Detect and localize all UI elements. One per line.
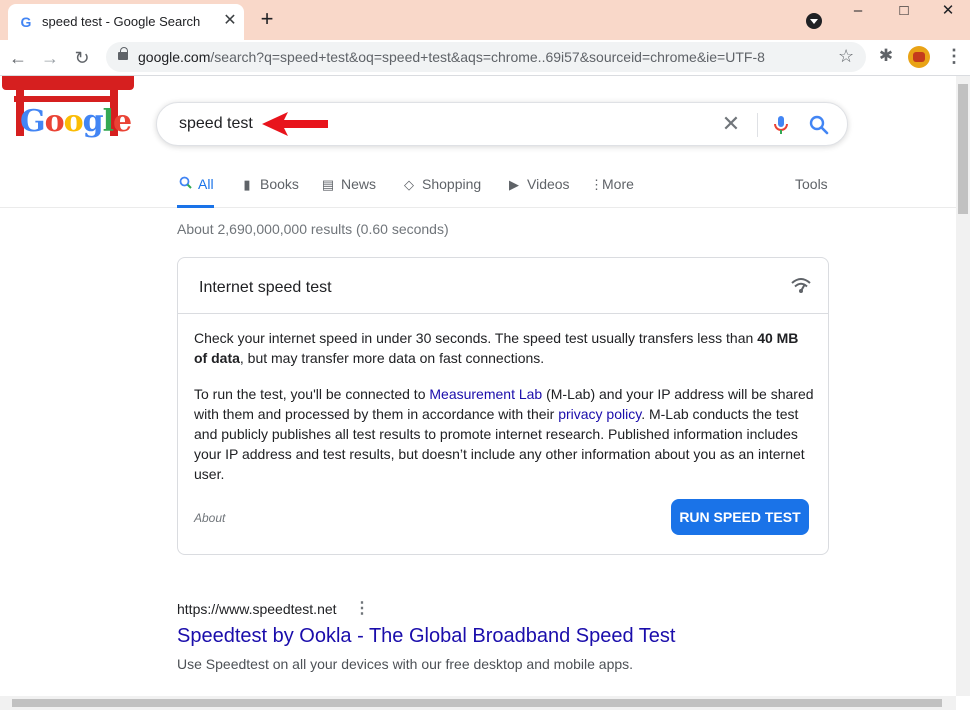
search-divider: [757, 113, 758, 137]
tab-close-icon[interactable]: ✕: [220, 11, 240, 31]
card-title: Internet speed test: [199, 279, 332, 296]
torii-gate-top: [2, 76, 134, 90]
microphone-icon[interactable]: [769, 113, 793, 137]
news-icon: ▤: [321, 177, 335, 192]
privacy-text: To run the test, you'll be connected to: [194, 386, 430, 402]
card-divider: [178, 313, 828, 314]
browser-menu-icon[interactable]: ⋮: [944, 46, 964, 66]
tab-label: More: [602, 176, 634, 192]
back-button[interactable]: ←: [4, 44, 32, 72]
url-path: /search?q=speed+test&oq=speed+test&aqs=c…: [210, 49, 765, 65]
address-bar[interactable]: google.com/search?q=speed+test&oq=speed+…: [106, 42, 866, 72]
desc-text-2: , but may transfer more data on fast con…: [239, 350, 545, 366]
card-privacy-text: To run the test, you'll be connected to …: [194, 384, 814, 484]
browser-titlebar: G speed test - Google Search ✕ + – □ ✕: [0, 0, 970, 40]
close-window-button[interactable]: ✕: [926, 2, 970, 22]
result-title-link[interactable]: Speedtest by Ookla - The Global Broadban…: [177, 625, 675, 648]
profile-avatar[interactable]: [908, 46, 930, 68]
search-box[interactable]: speed test ✕: [156, 102, 848, 146]
search-icon: [177, 176, 193, 192]
search-query[interactable]: speed test: [179, 115, 253, 133]
tab-title: speed test - Google Search: [42, 14, 201, 29]
search-icon[interactable]: [807, 113, 831, 137]
tab-label: Books: [260, 176, 299, 192]
reload-button[interactable]: ↻: [68, 44, 96, 72]
tab-news[interactable]: ▤ News: [320, 176, 376, 208]
desc-text: Check your internet speed in under 30 se…: [194, 330, 758, 346]
tab-shopping[interactable]: ◇ Shopping: [401, 176, 481, 208]
clear-search-icon[interactable]: ✕: [719, 112, 743, 136]
torii-gate-bar: [14, 96, 118, 102]
speed-test-card: Internet speed test Check your internet …: [177, 257, 829, 555]
extensions-puzzle-icon[interactable]: ✱: [876, 46, 896, 66]
tab-label: Shopping: [422, 176, 482, 192]
tag-icon: ◇: [404, 177, 414, 192]
search-nav-tabs: All ▮ Books ▤ News ◇ Shopping ▶ Videos ⋮More…: [0, 170, 956, 208]
browser-tab[interactable]: G speed test - Google Search ✕: [8, 4, 244, 40]
run-speed-test-button[interactable]: RUN SPEED TEST: [671, 499, 809, 535]
bookmark-star-icon[interactable]: ☆: [838, 46, 854, 67]
red-arrow-annotation-icon: [262, 112, 328, 136]
google-favicon-icon: G: [20, 14, 32, 30]
result-stats: About 2,690,000,000 results (0.60 second…: [177, 221, 449, 237]
book-icon: ▮: [243, 177, 251, 192]
forward-button[interactable]: →: [36, 44, 64, 72]
result-more-icon[interactable]: ⋮: [354, 600, 370, 618]
privacy-policy-link[interactable]: privacy policy: [558, 406, 641, 422]
result-url[interactable]: https://www.speedtest.net: [177, 601, 337, 617]
google-doodle-logo[interactable]: Google: [0, 76, 140, 146]
card-description: Check your internet speed in under 30 se…: [194, 328, 814, 368]
vertical-scrollbar[interactable]: [956, 76, 970, 696]
tab-more[interactable]: ⋮More: [590, 176, 634, 208]
tab-videos[interactable]: ▶ Videos: [506, 176, 570, 208]
tab-label: News: [341, 176, 377, 192]
minimize-button[interactable]: –: [836, 2, 880, 22]
tab-all[interactable]: All: [177, 176, 214, 208]
play-icon: ▶: [509, 177, 519, 192]
more-icon: ⋮: [590, 177, 603, 192]
browser-toolbar: ← → ↻ google.com/search?q=speed+test&oq=…: [0, 40, 970, 76]
wifi-speed-icon: [791, 278, 811, 293]
tab-books[interactable]: ▮ Books: [239, 176, 299, 208]
horizontal-scroll-thumb[interactable]: [12, 699, 942, 707]
tools-button[interactable]: Tools: [795, 176, 828, 208]
measurement-lab-link[interactable]: Measurement Lab: [429, 386, 542, 402]
url-text[interactable]: google.com/search?q=speed+test&oq=speed+…: [138, 49, 765, 65]
tab-search-icon[interactable]: [806, 13, 822, 29]
tab-label: All: [198, 176, 214, 192]
vertical-scroll-thumb[interactable]: [958, 84, 968, 214]
doodle-text: Google: [20, 104, 132, 139]
result-snippet: Use Speedtest on all your devices with o…: [177, 656, 634, 672]
lock-icon[interactable]: [118, 47, 128, 60]
about-link[interactable]: About: [194, 511, 225, 525]
url-host: google.com: [138, 49, 211, 65]
tab-label: Videos: [527, 176, 570, 192]
maximize-button[interactable]: □: [882, 2, 926, 22]
horizontal-scrollbar[interactable]: [0, 696, 956, 710]
new-tab-button[interactable]: +: [256, 8, 278, 31]
